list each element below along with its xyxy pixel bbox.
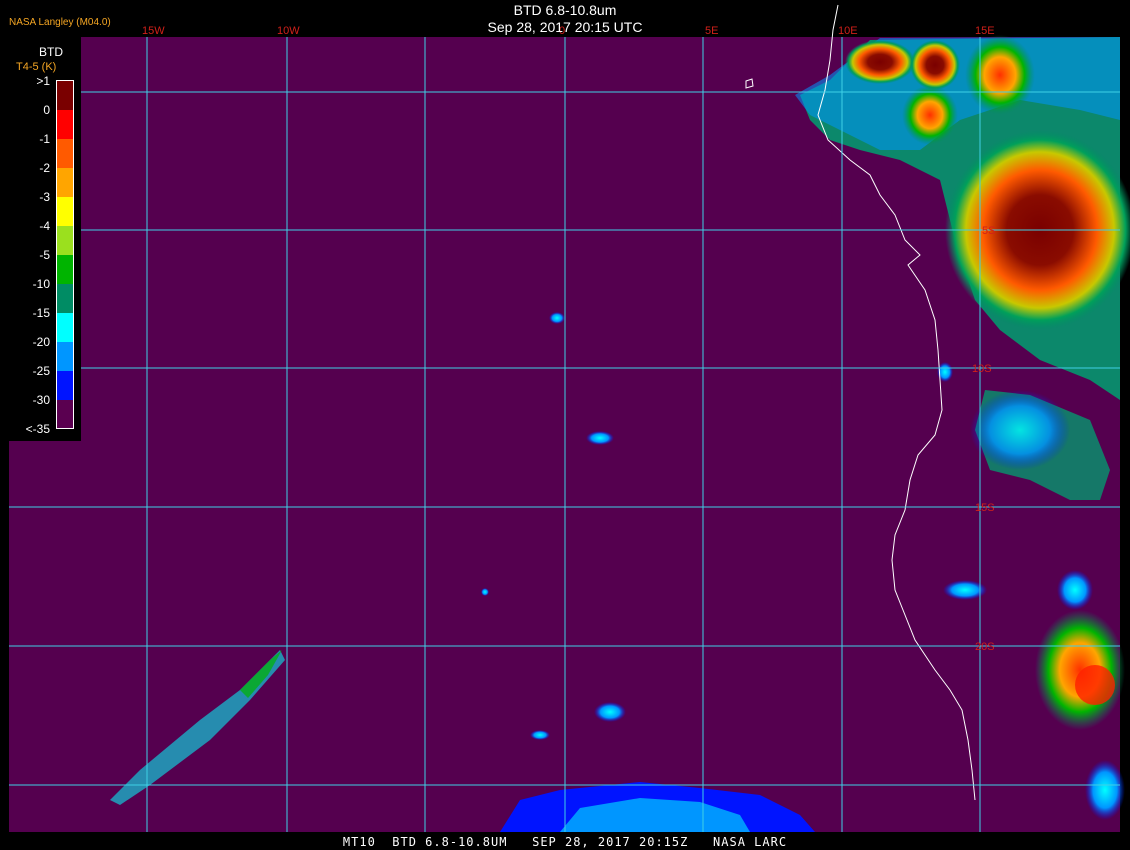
legend-label: -10	[32, 277, 50, 291]
legend-label: -3	[39, 190, 50, 204]
small-patch	[481, 588, 489, 596]
legend-frame	[56, 80, 74, 429]
lat-label-5s: 5S	[982, 225, 995, 237]
image-title: BTD 6.8-10.8um	[513, 2, 617, 18]
legend-label: -5	[39, 248, 50, 262]
legend-label: -1	[39, 132, 50, 146]
small-patch	[586, 431, 614, 445]
legend-label: <-35	[25, 422, 50, 436]
small-patch	[594, 702, 626, 722]
small-patch	[549, 312, 565, 324]
legend-label: 0	[43, 103, 50, 117]
storm-north-3	[902, 85, 958, 145]
lat-label-20s: 20S	[975, 641, 995, 653]
legend-label: -4	[39, 219, 50, 233]
image-datetime: Sep 28, 2017 20:15 UTC	[487, 19, 643, 35]
east-patch-1	[1057, 570, 1093, 610]
small-patch	[530, 730, 550, 740]
legend-title: BTD	[39, 45, 63, 59]
southeast-storm	[1035, 610, 1125, 730]
legend-label: -15	[32, 306, 50, 320]
satellite-image-viewer: 15W 10W 0 5E 10E 15E 5S 10S 15S 20S BTD …	[0, 0, 1130, 850]
storm-north-1	[845, 40, 915, 84]
legend-label: -25	[32, 364, 50, 378]
footer-caption: MT10 BTD 6.8-10.8UM SEP 28, 2017 20:15Z …	[342, 835, 788, 849]
southeast-storm-core	[1075, 665, 1115, 705]
lat-label-15s: 15S	[975, 502, 995, 514]
east-mid-blue	[970, 390, 1070, 470]
storm-north-2	[910, 40, 960, 90]
legend-label: -30	[32, 393, 50, 407]
color-legend: BTD T4-5 (K) >1 0 -1 -2 -3 -4 -5 -10 -15 -20 -25 -3…	[9, 37, 81, 441]
lat-label-10s: 10S	[972, 363, 992, 375]
credit-label: NASA Langley (M04.0)	[9, 17, 111, 28]
legend-subtitle: T4-5 (K)	[16, 61, 57, 73]
map-canvas[interactable]: 15W 10W 0 5E 10E 15E 5S 10S 15S 20S	[0, 0, 1130, 850]
legend-label: -20	[32, 335, 50, 349]
legend-label: -2	[39, 161, 50, 175]
legend-label: >1	[36, 74, 50, 88]
southeast-edge-patch	[1085, 760, 1125, 820]
storm-north-4	[965, 35, 1035, 115]
